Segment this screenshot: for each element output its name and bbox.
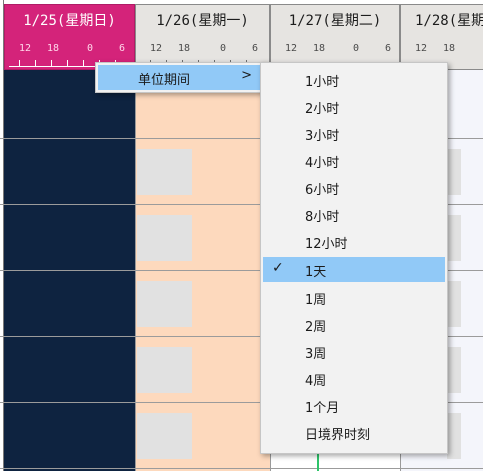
submenu-item-label: 1小时 xyxy=(305,75,340,90)
schedule-block[interactable] xyxy=(137,149,192,195)
submenu-item-label: 3周 xyxy=(305,347,327,362)
submenu-item-label: 4周 xyxy=(305,374,327,389)
schedule-block[interactable] xyxy=(447,281,461,327)
submenu-item-3w[interactable]: 3周 xyxy=(263,339,445,364)
hour-label: 12 xyxy=(19,43,32,54)
submenu-item-label: 6小时 xyxy=(305,183,340,198)
submenu-item-label: 1周 xyxy=(305,293,327,308)
hour-label: 12 xyxy=(285,43,298,54)
hour-label: 0 xyxy=(87,43,94,54)
submenu-item-label: 1天 xyxy=(305,265,327,280)
schedule-block[interactable] xyxy=(137,413,192,459)
submenu-item-label: 8小时 xyxy=(305,210,340,225)
submenu-item-3h[interactable]: 3小时 xyxy=(263,121,445,146)
ruler-tick xyxy=(51,60,52,66)
submenu-item-label: 2周 xyxy=(305,320,327,335)
menu-item-unit-period[interactable]: 单位期间 > xyxy=(98,65,264,90)
hour-label: 12 xyxy=(415,43,428,54)
submenu-item-6h[interactable]: 6小时 xyxy=(263,175,445,200)
day-header-label: 1/28(星期 xyxy=(415,13,483,29)
submenu-item-1m[interactable]: 1个月 xyxy=(263,393,445,418)
submenu-item-2w[interactable]: 2周 xyxy=(263,312,445,337)
submenu-item-1d[interactable]: ✓ 1天 xyxy=(263,257,445,282)
ruler-tick xyxy=(83,60,84,66)
hour-label: 18 xyxy=(313,43,326,54)
ruler-tick xyxy=(19,60,20,66)
submenu-item-label: 12小时 xyxy=(305,237,348,252)
day-header-1-25[interactable]: 1/25(星期日) 12 18 0 6 xyxy=(4,4,135,70)
hour-label: 18 xyxy=(47,43,60,54)
hour-label: 18 xyxy=(178,43,191,54)
schedule-block[interactable] xyxy=(137,215,192,261)
schedule-block[interactable] xyxy=(447,413,461,459)
submenu-item-2h[interactable]: 2小时 xyxy=(263,94,445,119)
schedule-block[interactable] xyxy=(137,281,192,327)
submenu-item-4h[interactable]: 4小时 xyxy=(263,148,445,173)
unit-period-submenu: 1小时 2小时 3小时 4小时 6小时 8小时 12小时 ✓ 1天 1周 2周 … xyxy=(260,62,448,454)
submenu-item-label: 4小时 xyxy=(305,156,340,171)
submenu-item-label: 日境界时刻 xyxy=(305,428,371,443)
hour-label: 18 xyxy=(443,43,456,54)
context-menu: 单位期间 > xyxy=(95,62,267,93)
submenu-item-1h[interactable]: 1小时 xyxy=(263,67,445,92)
day-header-label: 1/26(星期一) xyxy=(156,13,249,29)
check-icon: ✓ xyxy=(272,260,284,276)
day-header-label: 1/27(星期二) xyxy=(288,13,382,29)
hour-label: 6 xyxy=(385,43,392,54)
ruler-tick xyxy=(35,60,36,66)
day-header-1-28[interactable]: 1/28(星期 12 18 xyxy=(400,4,483,70)
submenu-item-4w[interactable]: 4周 xyxy=(263,366,445,391)
schedule-block[interactable] xyxy=(447,215,461,261)
schedule-block[interactable] xyxy=(447,347,461,393)
hour-label: 6 xyxy=(252,43,259,54)
submenu-item-label: 2小时 xyxy=(305,102,340,117)
ruler-tick xyxy=(67,60,68,66)
submenu-arrow-icon: > xyxy=(241,68,252,83)
hour-label: 12 xyxy=(150,43,163,54)
day-header-1-26[interactable]: 1/26(星期一) 12 18 0 6 xyxy=(135,4,270,70)
submenu-item-12h[interactable]: 12小时 xyxy=(263,229,445,254)
hour-label: 6 xyxy=(119,43,126,54)
menu-item-label: 单位期间 xyxy=(138,73,191,88)
hour-label: 0 xyxy=(220,43,227,54)
current-time-marker xyxy=(317,452,319,471)
submenu-item-8h[interactable]: 8小时 xyxy=(263,202,445,227)
submenu-item-day-boundary[interactable]: 日境界时刻 xyxy=(263,420,445,445)
row-divider xyxy=(0,468,483,469)
submenu-item-label: 3小时 xyxy=(305,129,340,144)
submenu-item-1w[interactable]: 1周 xyxy=(263,285,445,310)
submenu-item-label: 1个月 xyxy=(305,401,340,416)
day-header-1-27[interactable]: 1/27(星期二) 12 18 0 6 xyxy=(270,4,400,70)
hour-label: 0 xyxy=(353,43,360,54)
schedule-block[interactable] xyxy=(447,149,461,195)
day-header-label: 1/25(星期日) xyxy=(23,13,116,29)
schedule-block[interactable] xyxy=(137,347,192,393)
